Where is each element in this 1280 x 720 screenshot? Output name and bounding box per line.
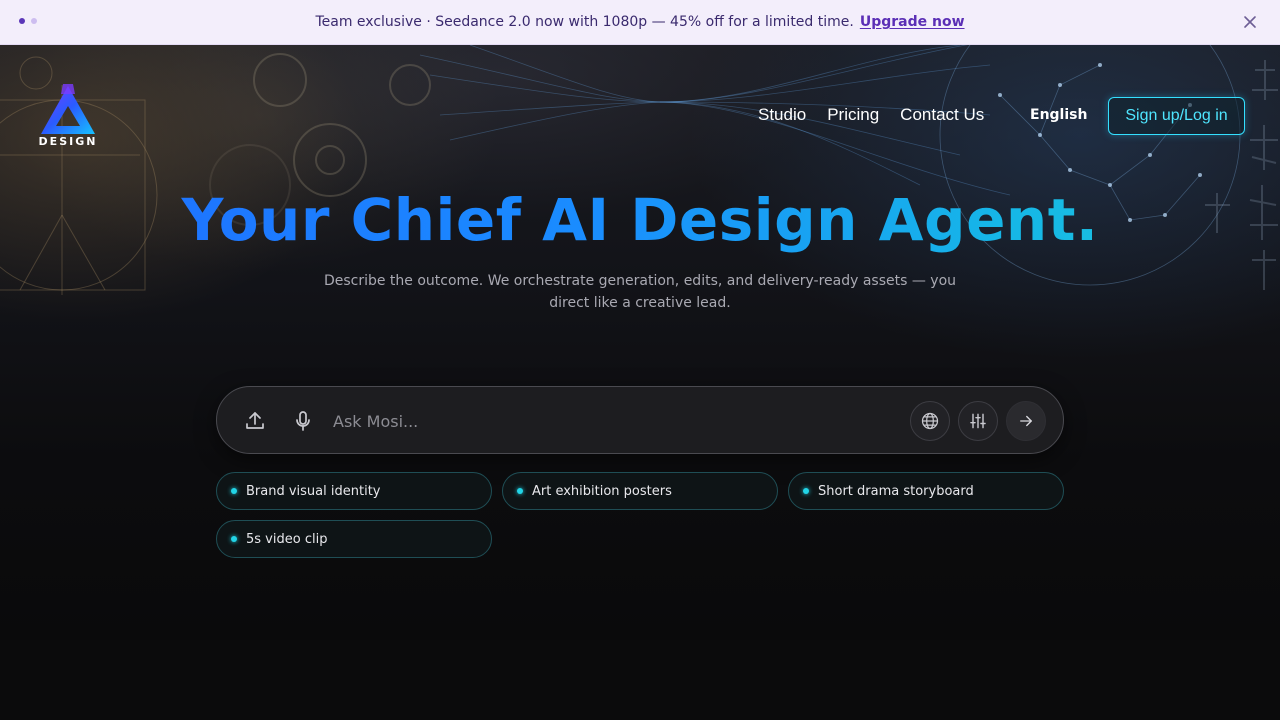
suggestion-chip-exhibition-posters[interactable]: Art exhibition posters — [502, 472, 778, 510]
upload-button[interactable] — [243, 409, 267, 433]
nav-pricing[interactable]: Pricing — [827, 105, 879, 125]
chip-label: Brand visual identity — [246, 483, 381, 499]
carousel-dot-2[interactable] — [31, 18, 37, 24]
announcement-carousel-dots — [19, 18, 37, 24]
nav-studio[interactable]: Studio — [758, 105, 806, 125]
language-selector[interactable]: English — [1030, 107, 1087, 123]
close-announcement-button[interactable] — [1240, 12, 1260, 32]
page-footer-area — [0, 640, 1280, 720]
logo-wordmark: DESIGN — [38, 135, 98, 148]
chip-dot — [231, 488, 237, 494]
signup-login-button[interactable]: Sign up/Log in — [1108, 97, 1245, 135]
prompt-input[interactable] — [333, 405, 893, 437]
announcement-message: Team exclusive · Seedance 2.0 now with 1… — [315, 14, 854, 30]
suggestion-chip-brand-identity[interactable]: Brand visual identity — [216, 472, 492, 510]
chip-label: Short drama storyboard — [818, 483, 974, 499]
upload-icon — [246, 412, 264, 429]
prompt-bar — [216, 386, 1064, 454]
microphone-icon — [296, 411, 310, 431]
background-artwork — [0, 45, 1278, 295]
hero-section: DESIGN Studio Pricing Contact Us English… — [0, 45, 1280, 640]
sliders-icon — [970, 413, 986, 429]
chip-dot — [231, 536, 237, 542]
voice-input-button[interactable] — [291, 409, 315, 433]
hero-subtitle: Describe the outcome. We orchestrate gen… — [323, 273, 957, 311]
chip-dot — [517, 488, 523, 494]
announcement-bar: Team exclusive · Seedance 2.0 now with 1… — [0, 0, 1280, 45]
chip-label: 5s video clip — [246, 531, 328, 547]
close-icon — [1244, 16, 1256, 28]
suggestion-chip-video-clip[interactable]: 5s video clip — [216, 520, 492, 558]
chip-dot — [803, 488, 809, 494]
settings-button[interactable] — [958, 401, 998, 441]
suggestion-chip-drama-storyboard[interactable]: Short drama storyboard — [788, 472, 1064, 510]
arrow-right-icon — [1020, 415, 1032, 427]
web-search-toggle[interactable] — [910, 401, 950, 441]
main-nav: Studio Pricing Contact Us — [758, 105, 984, 125]
carousel-dot-1[interactable] — [19, 18, 25, 24]
globe-icon — [921, 412, 939, 430]
chip-label: Art exhibition posters — [532, 483, 672, 499]
nav-contact-us[interactable]: Contact Us — [900, 105, 984, 125]
send-button[interactable] — [1006, 401, 1046, 441]
hero-title: Your Chief AI Design Agent. — [0, 186, 1280, 254]
upgrade-now-link[interactable]: Upgrade now — [860, 14, 965, 30]
